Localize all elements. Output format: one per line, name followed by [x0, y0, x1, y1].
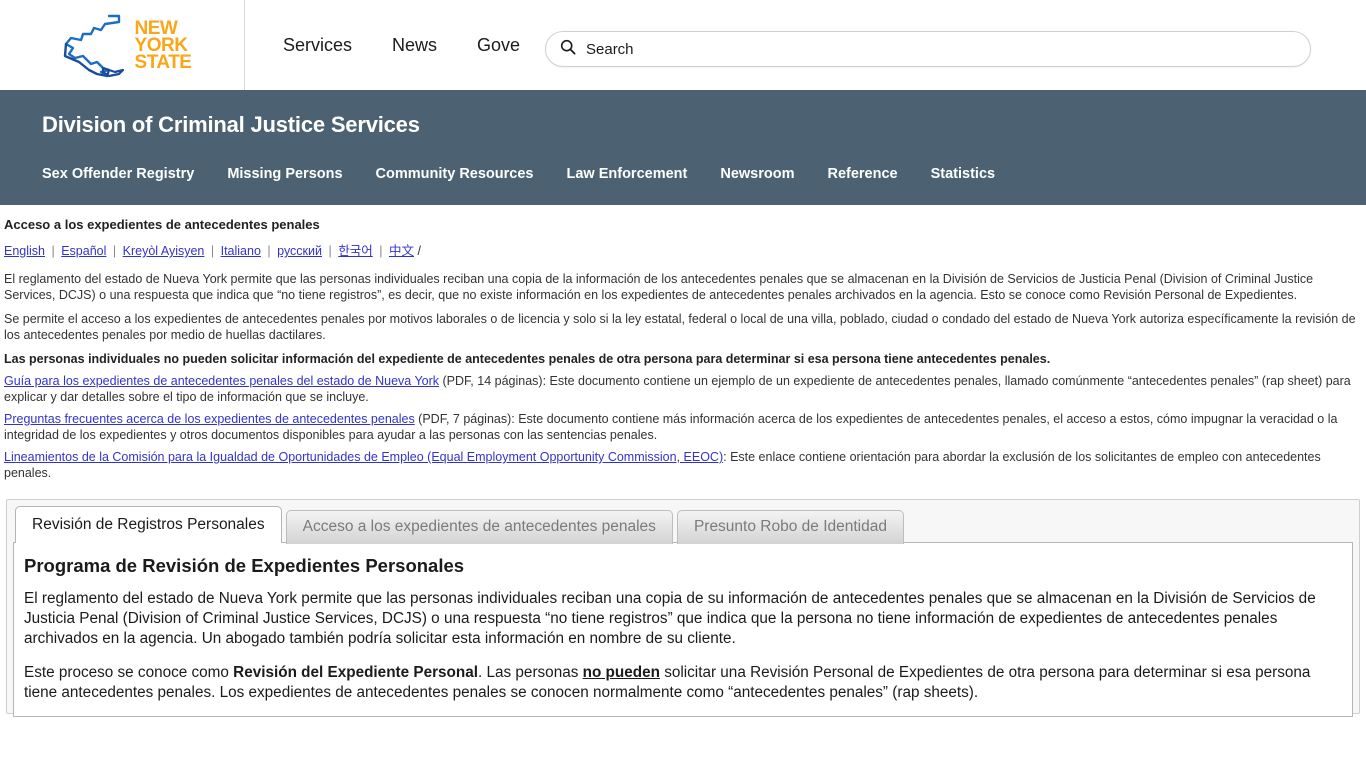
resource-link-guide[interactable]: Guía para los expedientes de antecedente… — [4, 374, 439, 388]
language-separator: | — [267, 244, 271, 258]
language-link-kreyol-ayisyen[interactable]: Kreyòl Ayisyen — [123, 244, 205, 258]
language-separator: | — [379, 244, 383, 258]
language-separator: | — [51, 244, 55, 258]
tab-revision-de-registros-personales[interactable]: Revisión de Registros Personales — [15, 506, 282, 543]
resource-item-faq: Preguntas frecuentes acerca de los exped… — [4, 411, 1362, 443]
agency-title: Division of Criminal Justice Services — [42, 112, 420, 137]
resource-item-guide: Guía para los expedientes de antecedente… — [4, 373, 1362, 405]
language-separator: | — [328, 244, 332, 258]
agency-nav-item-statistics[interactable]: Statistics — [931, 166, 995, 182]
panel-paragraph-2-underline: no pueden — [582, 664, 660, 681]
intro-paragraph-1: El reglamento del estado de Nueva York p… — [4, 272, 1314, 302]
agency-nav-item-law-enforcement[interactable]: Law Enforcement — [566, 166, 687, 182]
resource-item-eeoc: Lineamientos de la Comisión para la Igua… — [4, 449, 1362, 481]
intro-paragraph-3-bold: Las personas individuales no pueden soli… — [4, 351, 1362, 367]
global-header: NEW YORK STATE Services News Gove — [0, 0, 1366, 90]
language-bar: English | Español | Kreyòl Ayisyen | Ita… — [2, 232, 1364, 263]
search-icon — [560, 39, 576, 60]
wordmark-line-york: YORK — [134, 34, 188, 56]
agency-nav-item-newsroom[interactable]: Newsroom — [720, 166, 794, 182]
global-nav-item-news[interactable]: News — [392, 35, 437, 56]
agency-nav-item-sex-offender-registry[interactable]: Sex Offender Registry — [42, 166, 194, 182]
panel-heading: Programa de Revisión de Expedientes Pers… — [24, 555, 465, 576]
language-link-chinese[interactable]: 中文 — [389, 244, 414, 258]
panel-paragraph-2-part-b: . Las personas — [478, 664, 583, 681]
resource-link-eeoc[interactable]: Lineamientos de la Comisión para la Igua… — [4, 450, 723, 464]
agency-nav: Sex Offender Registry Missing Persons Co… — [0, 166, 1366, 182]
language-link-espanol[interactable]: Español — [61, 244, 106, 258]
global-nav-item-services[interactable]: Services — [283, 35, 352, 56]
language-link-korean[interactable]: 한국어 — [338, 244, 373, 258]
tab-strip: Revisión de Registros Personales Acceso … — [13, 506, 1353, 544]
page-title: Acceso a los expedientes de antecedentes… — [4, 217, 320, 232]
panel-paragraph-2-part-a: Este proceso se conoce como — [24, 664, 234, 681]
language-link-english[interactable]: English — [4, 244, 45, 258]
panel-paragraph-2: Este proceso se conoce como Revisión del… — [24, 663, 1342, 703]
language-trailing-slash: / — [417, 244, 421, 258]
wordmark-line-state: STATE — [134, 51, 192, 73]
panel-paragraph-2-strong: Revisión del Expediente Personal — [233, 664, 479, 681]
search-input[interactable] — [584, 39, 1296, 59]
agency-nav-item-reference[interactable]: Reference — [827, 166, 897, 182]
new-york-state-outline-icon — [53, 12, 129, 78]
agency-banner: Division of Criminal Justice Services Se… — [0, 90, 1366, 205]
panel-paragraph-1: El reglamento del estado de Nueva York p… — [24, 590, 1316, 647]
global-nav-item-government[interactable]: Gove — [477, 35, 520, 56]
agency-nav-item-missing-persons[interactable]: Missing Persons — [227, 166, 342, 182]
tab-panel: Programa de Revisión de Expedientes Pers… — [13, 542, 1353, 717]
wordmark-line-new: NEW — [134, 17, 178, 39]
intro-paragraph-3-strong: Las personas individuales no pueden soli… — [4, 352, 1051, 366]
tab-presunto-robo-de-identidad[interactable]: Presunto Robo de Identidad — [676, 510, 904, 544]
agency-nav-item-community-resources[interactable]: Community Resources — [376, 166, 534, 182]
search-bar[interactable] — [545, 31, 1311, 67]
tab-acceso-expedientes-antecedentes-penales[interactable]: Acceso a los expedientes de antecedentes… — [285, 510, 673, 544]
ny-state-logo[interactable]: NEW YORK STATE — [0, 0, 245, 90]
tab-widget: Revisión de Registros Personales Acceso … — [6, 499, 1360, 717]
language-separator: | — [210, 244, 215, 258]
intro-content: El reglamento del estado de Nueva York p… — [2, 271, 1364, 481]
resource-link-faq[interactable]: Preguntas frecuentes acerca de los exped… — [4, 412, 415, 426]
language-link-russian[interactable]: русский — [277, 244, 322, 258]
intro-paragraph-2: Se permite el acceso a los expedientes d… — [4, 312, 1356, 342]
language-link-italiano[interactable]: Italiano — [221, 244, 261, 258]
language-separator: | — [112, 244, 117, 258]
ny-state-wordmark: NEW YORK STATE — [134, 17, 192, 73]
panel-body: El reglamento del estado de Nueva York p… — [22, 589, 1344, 716]
page-body: Acceso a los expedientes de antecedentes… — [0, 205, 1366, 717]
